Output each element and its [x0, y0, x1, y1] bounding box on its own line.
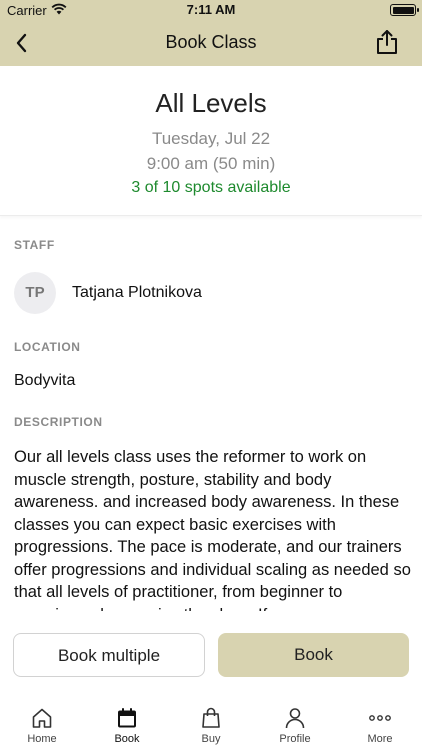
- tab-label: Profile: [279, 733, 311, 745]
- tab-label: Buy: [201, 733, 221, 745]
- class-time: 9:00 am (50 min): [146, 154, 276, 173]
- tab-buy[interactable]: Buy: [176, 706, 246, 750]
- share-icon[interactable]: [374, 28, 400, 56]
- avatar: TP: [14, 272, 56, 314]
- class-header: All Levels Tuesday, Jul 22 9:00 am (50 m…: [0, 66, 422, 216]
- staff-section-label: STAFF: [14, 238, 55, 252]
- class-name: All Levels: [155, 88, 267, 118]
- location-section-label: LOCATION: [14, 340, 81, 354]
- description-section-label: DESCRIPTION: [14, 415, 103, 429]
- booking-actions: Book multiple Book: [0, 620, 422, 698]
- battery-icon: [390, 4, 419, 16]
- person-icon: [285, 708, 305, 729]
- staff-name: Tatjana Plotnikova: [72, 284, 202, 301]
- tab-profile[interactable]: Profile: [260, 706, 330, 750]
- tab-label: More: [367, 733, 393, 745]
- more-dots-icon: [369, 715, 391, 721]
- tab-more[interactable]: More: [345, 706, 415, 750]
- class-date: Tuesday, Jul 22: [151, 129, 271, 148]
- shopping-bag-icon: [202, 707, 220, 728]
- tab-label: Book: [114, 733, 140, 745]
- home-icon: [32, 708, 52, 728]
- class-description: Our all levels class uses the reformer t…: [14, 448, 411, 611]
- tab-book[interactable]: Book: [92, 706, 162, 750]
- status-bar: Carrier 7:11 AM: [0, 0, 422, 20]
- tab-label: Home: [27, 733, 57, 745]
- staff-row[interactable]: TP Tatjana Plotnikova: [14, 272, 408, 314]
- book-button[interactable]: Book: [218, 633, 409, 677]
- navigation-bar: Book Class: [0, 20, 422, 66]
- tab-bar: Home Book Buy Profile More: [0, 698, 422, 750]
- location-value: Bodyvita: [14, 372, 76, 389]
- spots-available: 3 of 10 spots available: [131, 179, 291, 196]
- tab-home[interactable]: Home: [7, 706, 77, 750]
- page-title: Book Class: [165, 32, 257, 52]
- status-time: 7:11 AM: [186, 2, 236, 17]
- book-multiple-button[interactable]: Book multiple: [13, 633, 205, 677]
- calendar-icon: [118, 708, 136, 728]
